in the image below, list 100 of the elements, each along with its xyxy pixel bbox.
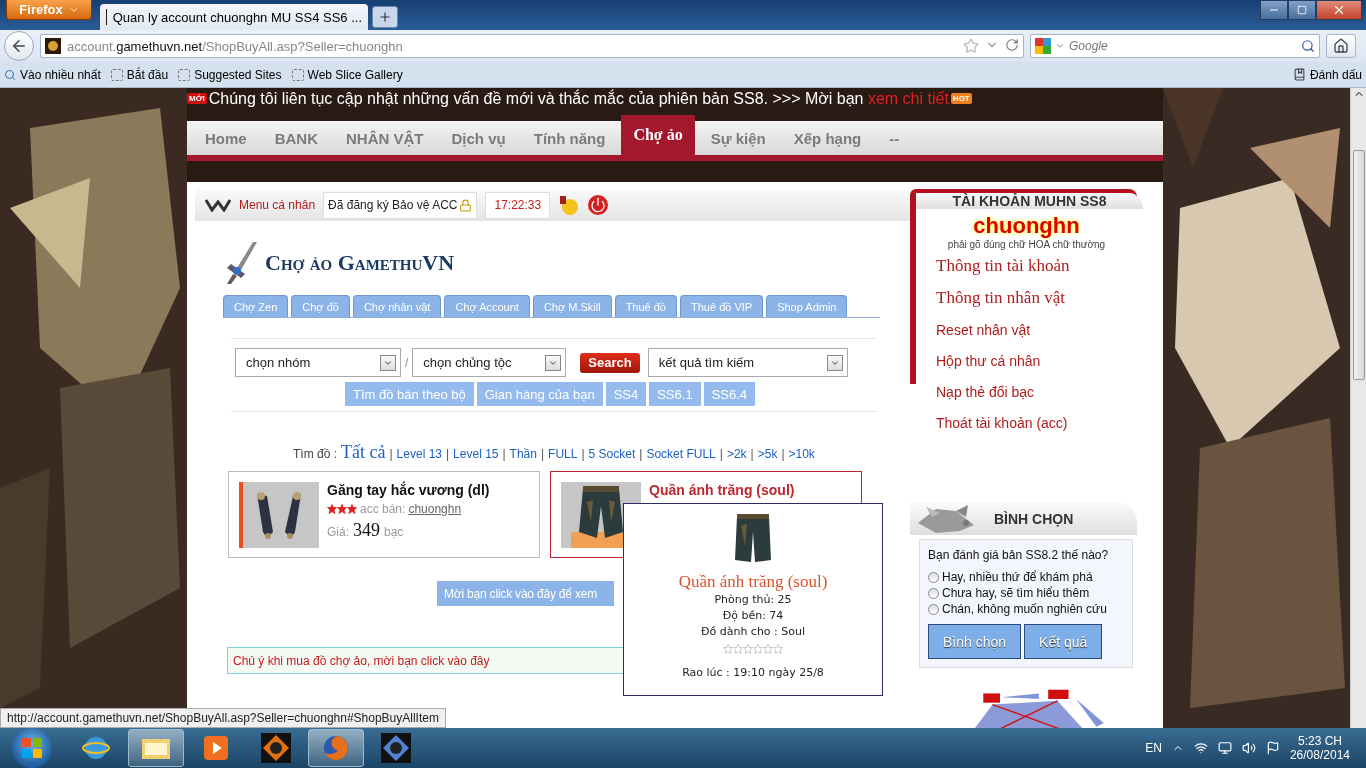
bookmark-icon bbox=[1292, 68, 1306, 81]
star-icon bbox=[763, 644, 773, 654]
vote-title: BÌNH CHỌN bbox=[994, 510, 1074, 527]
item-card[interactable]: Găng tay hắc vương (dl) acc bán: chuonghn Giá: 349 bạc bbox=[228, 471, 540, 558]
account-link[interactable]: Thoát tài khoản (acc) bbox=[936, 407, 1137, 438]
restore-icon bbox=[1297, 5, 1307, 15]
scrollbar[interactable] bbox=[1350, 88, 1366, 728]
action-center-icon[interactable] bbox=[1265, 741, 1280, 755]
tooltip-title: Quần ánh trăng (soul) bbox=[678, 572, 828, 592]
divider-text: | bbox=[750, 447, 754, 461]
bookmark-link[interactable]: Bắt đầu bbox=[110, 67, 169, 82]
filter-link[interactable]: 5 Socket bbox=[588, 447, 636, 461]
radio-button[interactable] bbox=[928, 587, 939, 599]
filter-link[interactable]: Tất cả bbox=[341, 442, 386, 463]
star-icon bbox=[337, 504, 347, 514]
bookmarks-menu[interactable]: Đánh dấu bbox=[1292, 67, 1362, 82]
divider-text: | bbox=[446, 447, 450, 461]
protection-status: Đã đăng ký Bảo vệ ACC bbox=[323, 191, 478, 219]
filter-link[interactable]: FULL bbox=[548, 447, 578, 461]
minimize-button[interactable] bbox=[1260, 0, 1288, 20]
back-button[interactable] bbox=[4, 31, 34, 61]
divider-text: | bbox=[639, 447, 643, 461]
menu-item[interactable]: NHÂN VẬT bbox=[334, 121, 436, 155]
star-icon bbox=[723, 644, 733, 654]
menu-item[interactable]: Xếp hạng bbox=[781, 121, 874, 155]
divider-text: | bbox=[502, 447, 506, 461]
race-select[interactable]: chọn chủng tộc bbox=[412, 348, 567, 377]
star-icon bbox=[347, 504, 357, 514]
hint-text: phải gõ đúng chữ HOA chữ thường bbox=[946, 239, 1107, 250]
device-icon[interactable] bbox=[1217, 741, 1232, 755]
close-button[interactable] bbox=[1316, 0, 1362, 20]
filter-link[interactable]: >10k bbox=[788, 447, 815, 461]
tooltip-stat: Đồ dành cho : Soul bbox=[700, 624, 806, 640]
menu-item[interactable]: Tính năng bbox=[521, 121, 618, 155]
result-select[interactable]: kết quả tìm kiếm bbox=[647, 348, 848, 377]
separator-text: / bbox=[405, 355, 409, 370]
url-field[interactable]: account.gamethuvn.net/ShopBuyAll.asp?Seller=chuonghn bbox=[40, 34, 1024, 58]
status-url: http://account.gamethuvn.net/ShopBuyAll.asp?Seller=chuonghn#ShopBuyAllItem bbox=[0, 708, 446, 728]
filter-link[interactable]: Socket FULL bbox=[646, 447, 716, 461]
menu-item[interactable]: -- bbox=[877, 121, 912, 155]
search-field[interactable]: Google bbox=[1030, 34, 1320, 58]
details-link[interactable]: xem chi tiết bbox=[867, 90, 949, 107]
account-link[interactable]: Hộp thư cá nhân bbox=[936, 345, 1137, 376]
star-icon bbox=[743, 644, 753, 654]
clock[interactable]: 5:23 CH 26/08/2014 bbox=[1289, 734, 1350, 762]
filter-link[interactable]: Level 13 bbox=[396, 447, 442, 461]
bookmark-link[interactable]: Vào nhiều nhất bbox=[4, 67, 101, 82]
bookmark-link[interactable]: Web Slice Gallery bbox=[291, 67, 403, 82]
menu-item[interactable]: Chợ ảo bbox=[621, 115, 695, 155]
page-icon bbox=[110, 68, 123, 81]
price-value: 349 bbox=[353, 520, 380, 541]
game-icon bbox=[381, 733, 411, 763]
radio-button[interactable] bbox=[928, 603, 939, 615]
menu-item[interactable]: Home bbox=[193, 121, 259, 155]
currency-label: bạc bbox=[384, 525, 404, 539]
divider-text: | bbox=[581, 447, 585, 461]
network-icon[interactable] bbox=[1193, 741, 1208, 755]
search-icon[interactable] bbox=[1301, 39, 1315, 53]
filter-link[interactable]: Level 15 bbox=[453, 447, 499, 461]
volume-icon[interactable] bbox=[1241, 741, 1256, 755]
poll-option[interactable]: Chán, không muốn nghiên cứu bbox=[928, 602, 1124, 617]
menu-item[interactable]: Sự kiện bbox=[698, 121, 778, 155]
plus-icon bbox=[378, 10, 392, 24]
filter-link[interactable]: >5k bbox=[757, 447, 778, 461]
divider-text: | bbox=[540, 447, 545, 461]
language-indicator[interactable]: EN bbox=[1145, 741, 1162, 755]
dropdown-icon bbox=[1055, 41, 1065, 51]
poll-option[interactable]: Hay, nhiều thứ để khám phá bbox=[928, 570, 1124, 585]
poll-option[interactable]: Chưa hay, sẽ tìm hiểu thêm bbox=[928, 586, 1124, 601]
start-button[interactable] bbox=[12, 728, 52, 768]
menu-item[interactable]: BANK bbox=[262, 121, 331, 155]
bookmark-star-icon[interactable] bbox=[963, 38, 979, 54]
browser-tab[interactable]: Quan ly account chuonghn MU SS4 SS6 ... bbox=[100, 4, 368, 30]
account-link[interactable]: Reset nhân vật bbox=[936, 314, 1137, 345]
power-icon[interactable] bbox=[588, 195, 609, 215]
home-button[interactable] bbox=[1326, 34, 1356, 58]
bookmark-link[interactable]: Suggested Sites bbox=[178, 67, 282, 82]
personal-menu-link[interactable]: Menu cá nhân bbox=[239, 198, 316, 212]
account-link[interactable]: Nạp thẻ đổi bạc bbox=[936, 376, 1137, 407]
star-icon bbox=[733, 644, 743, 654]
maximize-button[interactable] bbox=[1288, 0, 1316, 20]
divider-text: | bbox=[389, 447, 393, 461]
seller-link[interactable]: chuonghn bbox=[408, 502, 462, 516]
filter-link[interactable]: Thần bbox=[509, 447, 537, 461]
radio-button[interactable] bbox=[928, 571, 939, 583]
item-name: Quần ánh trăng (soul) bbox=[649, 482, 795, 498]
search-button[interactable]: Search bbox=[580, 352, 640, 373]
account-link[interactable]: Thông tin nhân vật bbox=[936, 282, 1137, 314]
star-icon bbox=[773, 644, 783, 654]
price-label: Giá: bbox=[327, 525, 349, 539]
reload-icon[interactable] bbox=[1005, 38, 1019, 52]
menu-item[interactable]: Dịch vụ bbox=[439, 121, 518, 155]
smiley-icon[interactable] bbox=[558, 194, 581, 216]
filter-link[interactable]: >2k bbox=[726, 447, 747, 461]
taskbar-app[interactable] bbox=[128, 729, 184, 767]
new-tab-button[interactable] bbox=[372, 6, 398, 28]
account-link[interactable]: Thông tin tài khoản bbox=[936, 250, 1137, 282]
group-select[interactable]: chọn nhóm bbox=[235, 348, 401, 377]
firefox-icon bbox=[322, 734, 350, 762]
clock: 17:22:33 bbox=[485, 191, 551, 219]
